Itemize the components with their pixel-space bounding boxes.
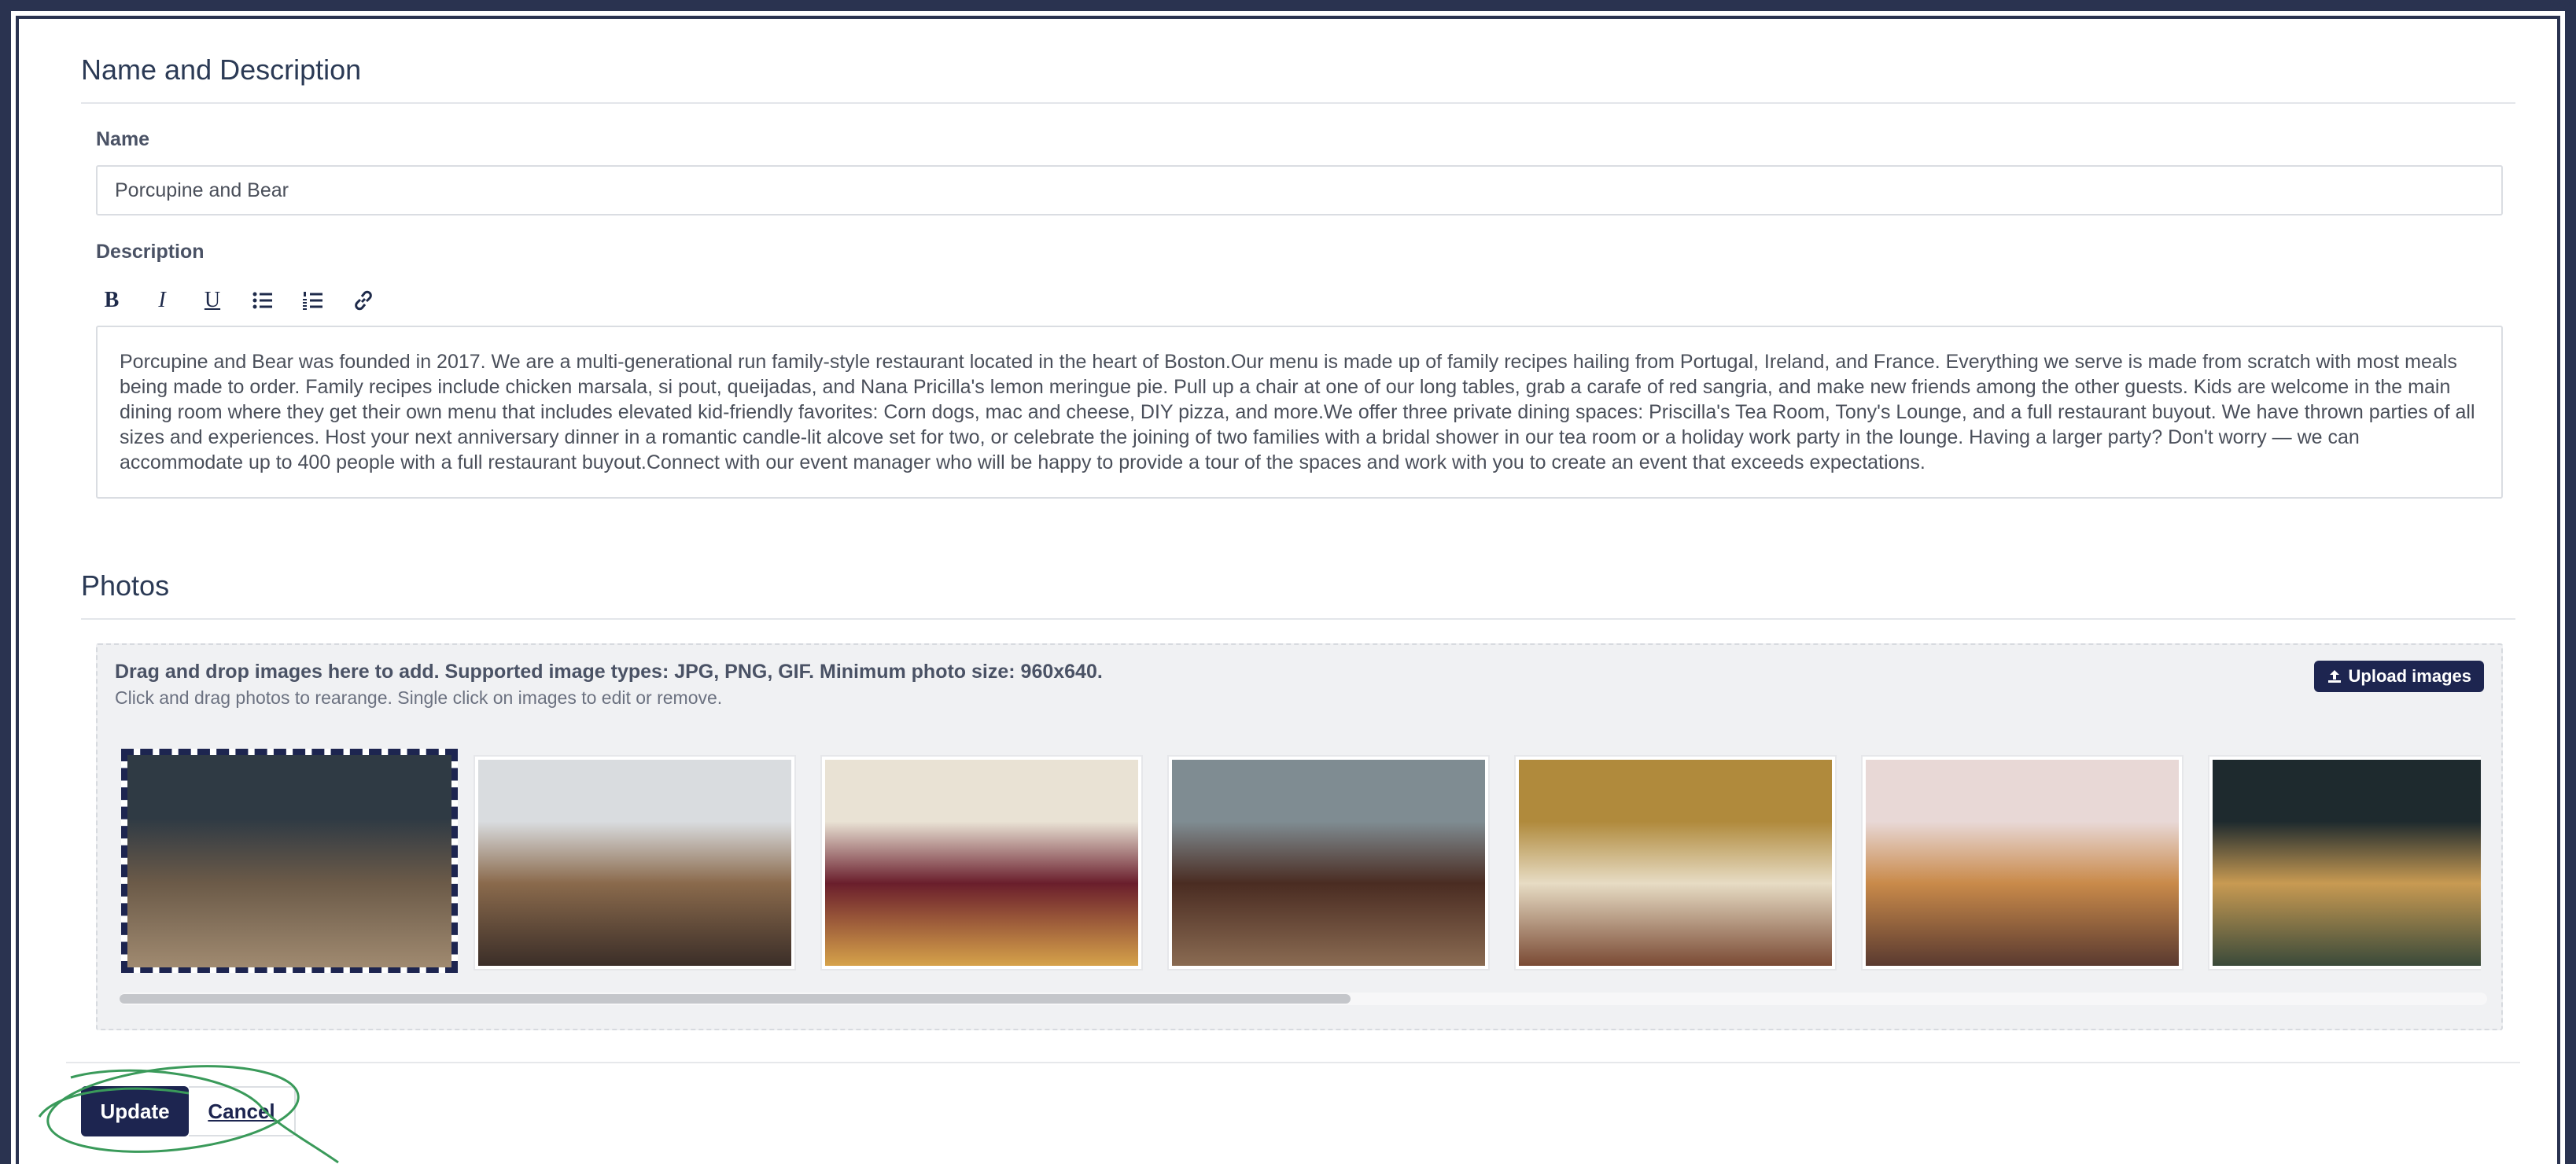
description-label: Description [96, 241, 205, 263]
upload-images-label: Upload images [2348, 666, 2471, 686]
photo-thumbnail[interactable] [820, 755, 1143, 971]
link-icon [355, 290, 372, 311]
photo-dropzone[interactable]: Drag and drop images here to add. Suppor… [96, 643, 2503, 1030]
photo-scrollbar-thumb[interactable] [120, 994, 1351, 1004]
photo-image [478, 760, 791, 966]
bold-icon: B [104, 288, 120, 312]
photo-thumbnail[interactable] [1861, 755, 2184, 971]
photo-image [1172, 760, 1485, 966]
upload-images-button[interactable]: Upload images [2313, 661, 2484, 692]
photo-scrollbar[interactable] [120, 993, 2487, 1005]
dropzone-subtitle: Click and drag photos to rearange. Singl… [115, 687, 723, 708]
numbered-list-button[interactable] [297, 285, 329, 316]
photos-heading: Photos [81, 569, 170, 602]
photo-thumbnail[interactable] [121, 749, 458, 973]
photo-thumbnail[interactable] [474, 755, 796, 971]
photo-thumbnail[interactable] [1514, 755, 1837, 971]
description-editor[interactable]: Porcupine and Bear was founded in 2017. … [96, 326, 2503, 499]
photo-image [127, 755, 451, 967]
bullet-list-icon [252, 292, 272, 309]
upload-icon [2327, 670, 2341, 683]
name-input[interactable] [96, 165, 2503, 215]
underline-button[interactable]: U [197, 285, 228, 316]
photo-strip[interactable] [121, 749, 2481, 973]
italic-button[interactable]: I [146, 285, 178, 316]
bold-button[interactable]: B [96, 285, 127, 316]
dropzone-title: Drag and drop images here to add. Suppor… [115, 661, 1103, 683]
photo-image [1519, 760, 1832, 966]
underline-icon: U [204, 288, 221, 312]
link-button[interactable] [348, 285, 379, 316]
photo-image [1866, 760, 2179, 966]
photo-image [2213, 760, 2481, 966]
section-divider [81, 618, 2515, 620]
name-label: Name [96, 128, 150, 150]
name-description-heading: Name and Description [81, 53, 362, 86]
cancel-button[interactable]: Cancel [189, 1086, 296, 1136]
bullet-list-button[interactable] [247, 285, 278, 316]
footer-divider [66, 1062, 2520, 1063]
photo-image [825, 760, 1138, 966]
rich-text-toolbar: B I U [96, 285, 398, 316]
numbered-list-icon [303, 292, 322, 310]
update-button[interactable]: Update [81, 1086, 189, 1136]
italic-icon: I [158, 288, 166, 312]
photo-thumbnail[interactable] [1167, 755, 1490, 971]
section-divider [81, 102, 2515, 104]
photo-thumbnail[interactable] [2208, 755, 2481, 971]
